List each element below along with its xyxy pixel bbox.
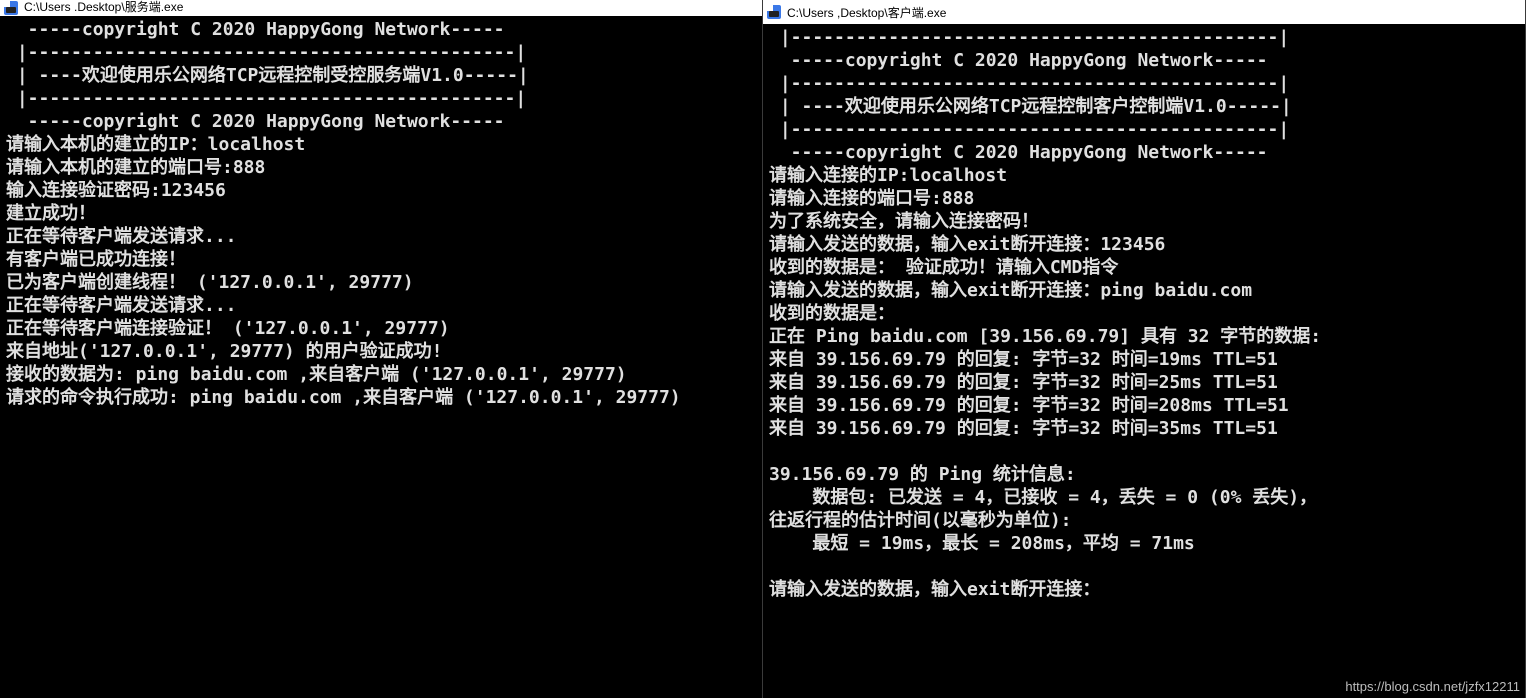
- console-icon: [767, 5, 781, 19]
- client-titlebar[interactable]: C:\Users ,Desktop\客户端.exe: [763, 0, 1525, 24]
- server-titlebar[interactable]: C:\Users .Desktop\服务端.exe: [0, 0, 762, 16]
- server-console-window: C:\Users .Desktop\服务端.exe -----copyright…: [0, 0, 763, 698]
- client-terminal-output[interactable]: |---------------------------------------…: [763, 24, 1525, 698]
- server-terminal-output[interactable]: -----copyright C 2020 HappyGong Network-…: [0, 16, 762, 698]
- console-icon: [4, 1, 18, 15]
- client-console-window: C:\Users ,Desktop\客户端.exe |-------------…: [763, 0, 1526, 698]
- watermark-text: https://blog.csdn.net/jzfx12211: [1345, 679, 1520, 694]
- client-window-title: C:\Users ,Desktop\客户端.exe: [787, 4, 1521, 21]
- server-window-title: C:\Users .Desktop\服务端.exe: [24, 0, 758, 15]
